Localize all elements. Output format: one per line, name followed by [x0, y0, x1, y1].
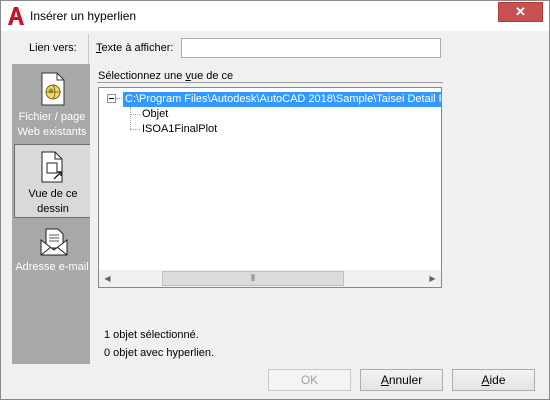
horizontal-scrollbar[interactable]: ◀ ⦀ ▶: [99, 270, 441, 287]
tree-item-isoa1finalplot[interactable]: ISOA1FinalPlot: [142, 122, 217, 136]
file-web-page-icon: [41, 72, 65, 106]
window-title: Insérer un hyperlien: [30, 9, 137, 23]
ok-button[interactable]: OK: [268, 369, 351, 391]
display-text-label: Texte à afficher:: [96, 42, 174, 54]
tree-connector: [116, 98, 122, 99]
tree-root-path[interactable]: C:\Program Files\Autodesk\AutoCAD 2018\S…: [123, 92, 441, 107]
sidebar-item-label: Vue de ce dessin: [28, 188, 78, 215]
collapse-toggle-icon[interactable]: [107, 94, 116, 103]
select-view-label: Sélectionnez une vue de ce: [98, 70, 234, 82]
email-envelope-icon: [40, 228, 68, 256]
close-button[interactable]: ✕: [498, 2, 543, 22]
drawing-view-icon: [41, 151, 63, 183]
title-bar: Insérer un hyperlien ✕: [1, 1, 549, 31]
selection-count-text: 1 objet sélectionné.: [104, 329, 199, 341]
insert-hyperlink-dialog: Insérer un hyperlien ✕ Lien vers: Texte …: [0, 0, 550, 400]
link-type-sidebar: Fichier / page Web existants Vue de ce d…: [12, 64, 90, 364]
scroll-grip-icon: ⦀: [251, 273, 255, 283]
help-button[interactable]: Aide: [452, 369, 535, 391]
autocad-app-icon: [8, 7, 24, 25]
tree-item-objet[interactable]: Objet: [142, 107, 168, 121]
tree-connector: [130, 114, 140, 115]
sidebar-item-label: Adresse e-mail: [15, 261, 89, 273]
display-text-input[interactable]: [181, 38, 441, 58]
section-divider: [97, 82, 443, 83]
tree-connector: [130, 129, 140, 130]
sidebar-item-existing-file[interactable]: Fichier / page Web existants: [14, 68, 90, 140]
cancel-button[interactable]: Annuler: [360, 369, 443, 391]
sidebar-item-label: Fichier / page Web existants: [17, 111, 87, 138]
scroll-thumb[interactable]: ⦀: [162, 271, 344, 286]
sidebar-item-drawing-view[interactable]: Vue de ce dessin: [14, 144, 90, 218]
tree-connector: [130, 107, 131, 129]
link-to-label: Lien vers:: [29, 42, 77, 54]
close-icon: ✕: [515, 4, 526, 19]
scroll-right-icon[interactable]: ▶: [424, 270, 441, 287]
scroll-left-icon[interactable]: ◀: [99, 270, 116, 287]
hyperlink-count-text: 0 objet avec hyperlien.: [104, 347, 215, 359]
view-tree[interactable]: C:\Program Files\Autodesk\AutoCAD 2018\S…: [98, 87, 442, 288]
sidebar-item-email[interactable]: Adresse e-mail: [14, 222, 90, 282]
